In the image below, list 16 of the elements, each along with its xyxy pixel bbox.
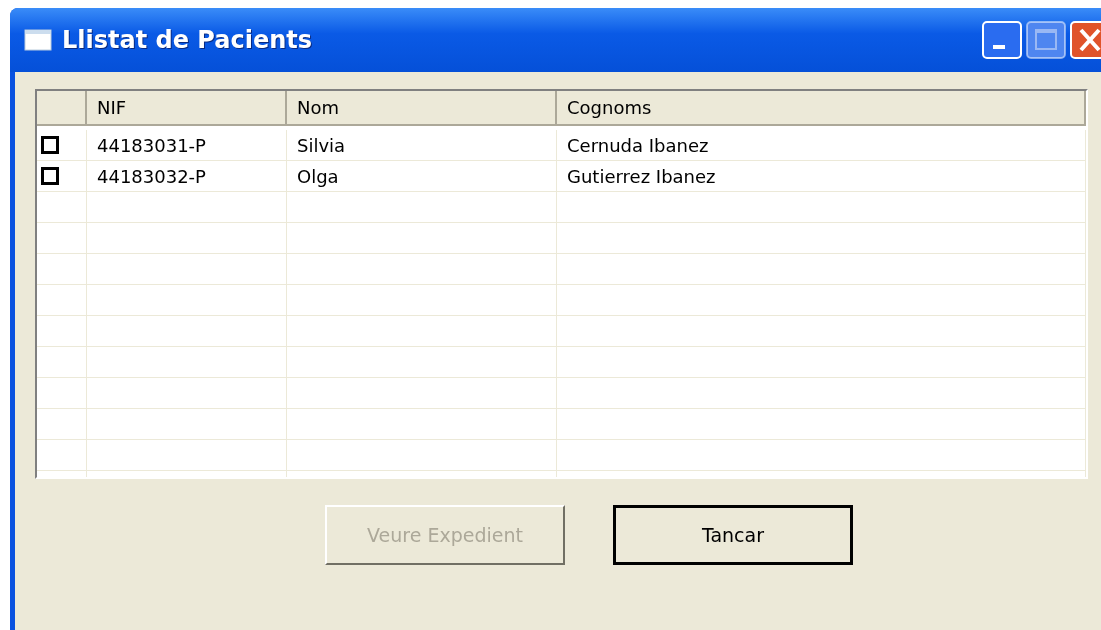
minimize-icon[interactable] xyxy=(982,21,1022,59)
table-cell: Silvia xyxy=(287,130,557,160)
table-cell: Olga xyxy=(287,161,557,191)
row-checkbox[interactable] xyxy=(41,167,59,185)
window-icon xyxy=(24,29,52,51)
column-header[interactable]: NIF xyxy=(87,91,287,124)
table-cell: 44183031-P xyxy=(87,130,287,160)
row-checkbox[interactable] xyxy=(41,136,59,154)
window-title: Llistat de Pacients xyxy=(62,26,314,54)
table-cell: Cernuda Ibanez xyxy=(557,130,1086,160)
close-icon[interactable] xyxy=(1070,21,1101,59)
table-cell: 44183032-P xyxy=(87,161,287,191)
close-button[interactable]: Tancar xyxy=(613,505,853,565)
table-cell: Gutierrez Ibanez xyxy=(557,161,1086,191)
column-header[interactable]: Nom xyxy=(287,91,557,124)
column-header[interactable]: Cognoms xyxy=(557,91,1086,124)
